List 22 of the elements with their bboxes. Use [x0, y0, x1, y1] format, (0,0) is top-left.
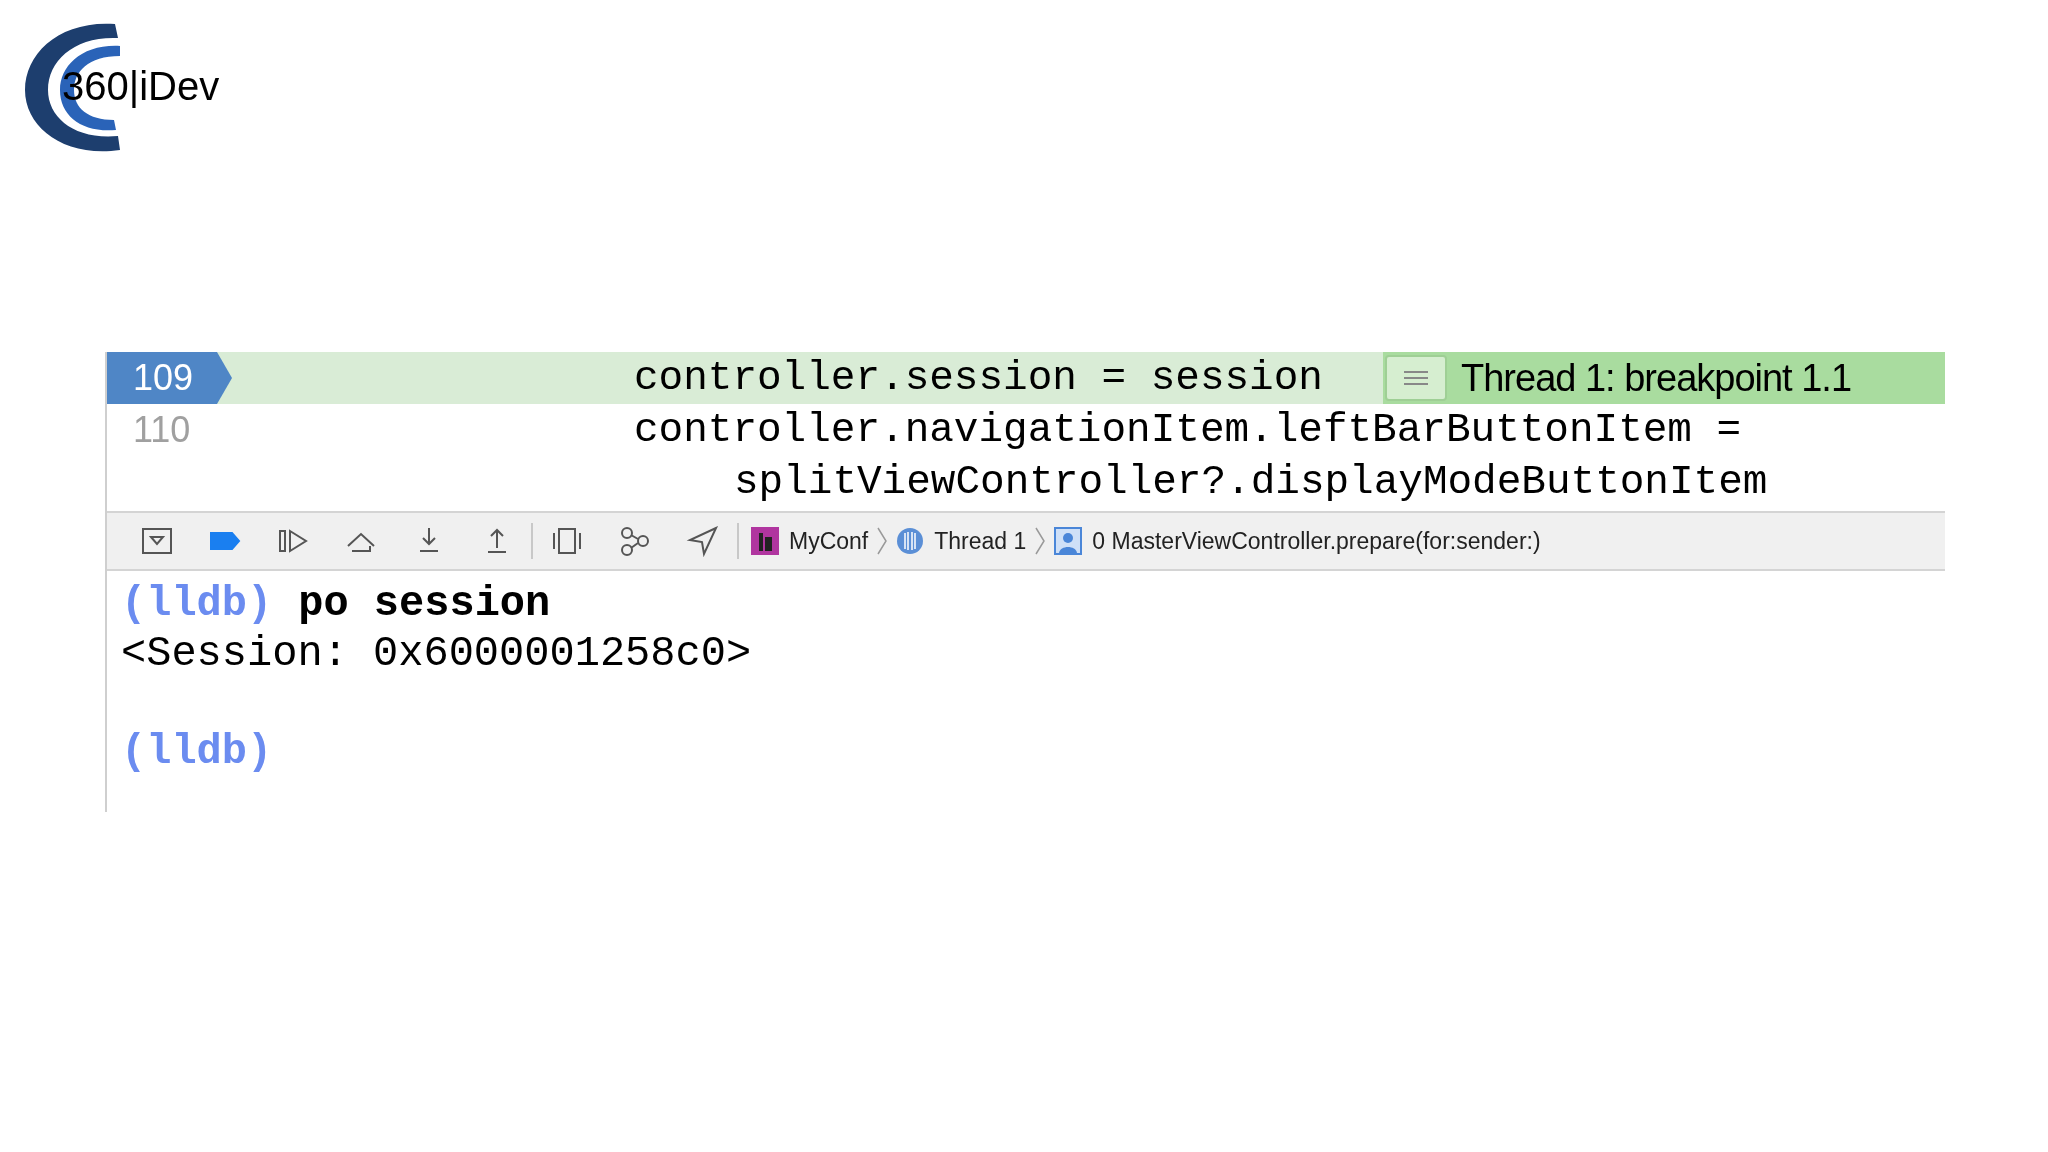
annotation-text: Thread 1: breakpoint 1.1 — [1461, 355, 1852, 401]
app-icon — [751, 527, 779, 555]
line-number: 109 — [107, 352, 232, 404]
person-icon — [1054, 527, 1083, 555]
menu-button[interactable] — [1385, 355, 1447, 401]
location-arrow-icon[interactable] — [686, 524, 720, 558]
lldb-prompt: (lldb) — [121, 727, 273, 777]
chevron-icon — [876, 526, 889, 556]
console-command: po session — [298, 579, 551, 629]
line-number: 110 — [132, 408, 192, 452]
breadcrumb-item[interactable]: 0 MasterViewController.prepare(for:sender:) — [1092, 523, 1541, 559]
code-line: controller.session = session — [634, 354, 1323, 403]
lldb-prompt: (lldb) — [121, 579, 273, 629]
breadcrumb-item[interactable]: MyConf — [789, 523, 869, 559]
breadcrumb-item[interactable]: Thread 1 — [934, 523, 1027, 559]
code-line: splitViewController?.displayModeButtonItem — [733, 458, 1768, 507]
chevron-icon — [1034, 526, 1047, 556]
memory-graph-icon[interactable] — [618, 524, 652, 558]
console-output: <Session: 0x6000001258c0> — [121, 629, 752, 679]
menu-icon — [1404, 370, 1428, 386]
code-line: controller.navigationItem.leftBarButtonItem = — [634, 406, 1743, 455]
thread-icon — [896, 527, 925, 555]
